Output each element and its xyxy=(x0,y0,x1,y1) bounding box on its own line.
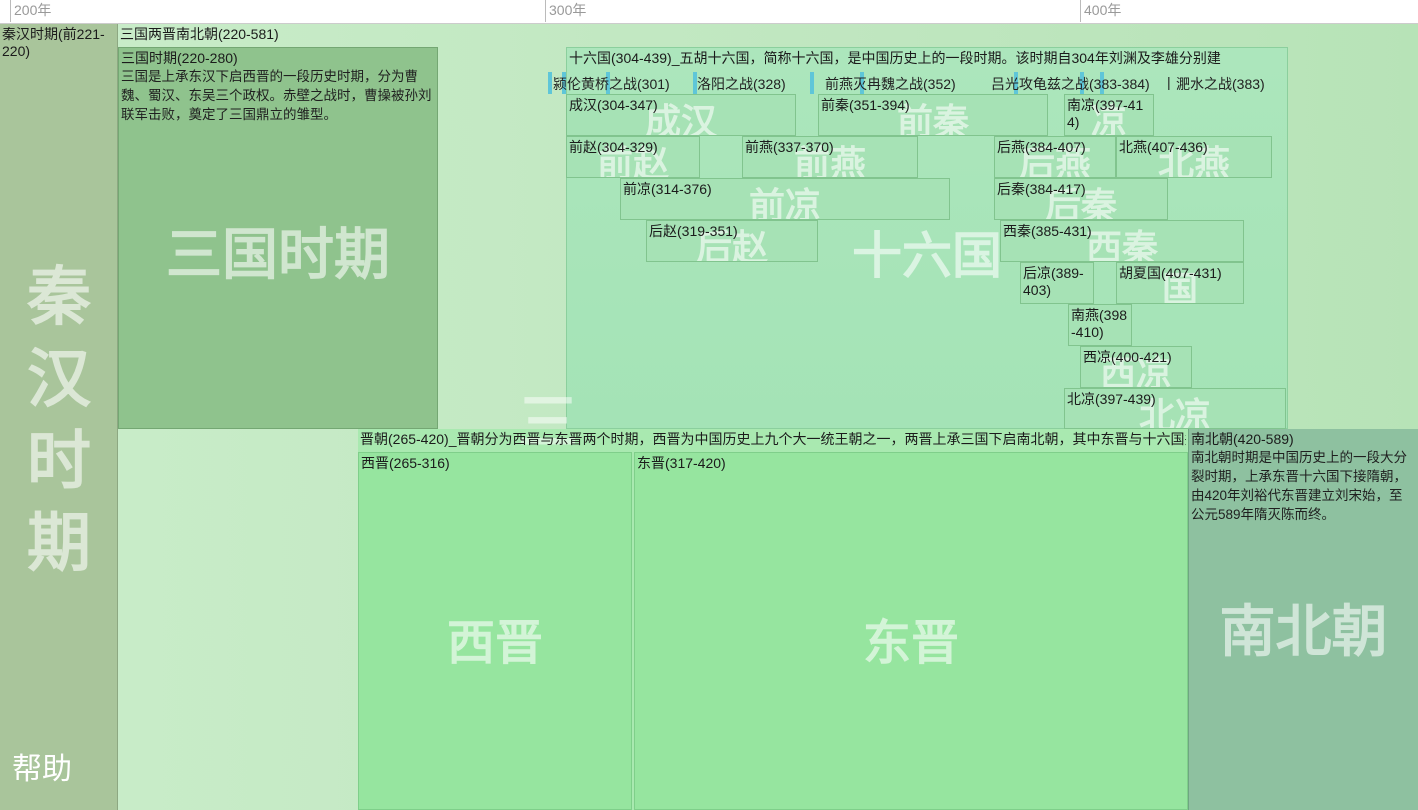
state-qianqin-label: 前秦(351-394) xyxy=(821,97,910,113)
period-sanguo[interactable]: 三国时期(220-280) 三国是上承东汉下启西晋的一段历史时期，分为曹魏、蜀汉… xyxy=(118,47,438,429)
period-sanguo-label: 三国时期(220-280) xyxy=(121,50,238,66)
state-qianzhao[interactable]: 前赵(304-329) 前赵 xyxy=(566,136,700,178)
state-xiqin[interactable]: 西秦(385-431) 西秦 xyxy=(1000,220,1244,262)
axis-tick-400: 400年 xyxy=(1080,0,1121,22)
battle-feishui[interactable]: 淝水之战(383) xyxy=(1176,74,1265,94)
state-qianliang-label: 前凉(314-376) xyxy=(623,181,712,197)
battle-yinglun-huangqiao[interactable]: 颍伦黄桥之战(301) xyxy=(553,74,670,94)
period-dongjin[interactable]: 东晋(317-420) 东晋 xyxy=(634,452,1188,810)
state-houzhao[interactable]: 后赵(319-351) 后赵 xyxy=(646,220,818,262)
period-qinhan[interactable]: 秦汉时期(前221-220) 秦汉时期 帮助 xyxy=(0,24,118,810)
state-qianyan-label: 前燕(337-370) xyxy=(745,139,834,155)
battle-marker-bar xyxy=(810,72,814,94)
state-chenghan[interactable]: 成汉(304-347) 成汉 xyxy=(566,94,796,136)
period-sanguo-watermark: 三国时期 xyxy=(166,223,390,286)
state-houliang-label: 后凉(389-403) xyxy=(1023,265,1084,298)
period-dongjin-label: 东晋(317-420) xyxy=(637,455,726,471)
period-qinhan-label: 秦汉时期(前221-220) xyxy=(2,26,105,59)
battle-lvguang-qiuci[interactable]: 吕光攻龟兹之战(383-384) xyxy=(991,74,1150,94)
state-huxia-label: 胡夏国(407-431) xyxy=(1119,265,1222,281)
state-qianliang[interactable]: 前凉(314-376) 前凉 xyxy=(620,178,950,220)
period-xijin-label: 西晋(265-316) xyxy=(361,455,450,471)
period-nanbeichao[interactable]: 南北朝(420-589) 南北朝时期是中国历史上的一段大分裂时期，上承东晋十六国… xyxy=(1188,429,1418,810)
state-beiyan[interactable]: 北燕(407-436) 北燕 xyxy=(1116,136,1272,178)
period-sanguo-desc: 三国是上承东汉下启西晋的一段历史时期，分为曹魏、蜀汉、东吴三个政权。赤壁之战时，… xyxy=(121,69,432,122)
state-xiliang[interactable]: 西凉(400-421) 西凉 xyxy=(1080,346,1192,388)
state-nanliang[interactable]: 南凉(397-414) 凉 xyxy=(1064,94,1154,136)
period-xijin[interactable]: 西晋(265-316) 西晋 xyxy=(358,452,632,810)
period-dongjin-watermark: 东晋 xyxy=(862,617,959,670)
state-houqin-label: 后秦(384-417) xyxy=(997,181,1086,197)
time-axis: 200年 300年 400年 xyxy=(0,0,1418,24)
battle-separator: | xyxy=(1167,74,1171,90)
era-label: 三国两晋南北朝(220-581) xyxy=(120,26,279,42)
state-chenghan-label: 成汉(304-347) xyxy=(569,97,658,113)
state-beiyan-label: 北燕(407-436) xyxy=(1119,139,1208,155)
period-nanbeichao-label: 南北朝(420-589) xyxy=(1191,431,1294,447)
state-qianqin[interactable]: 前秦(351-394) 前秦 xyxy=(818,94,1048,136)
state-beiliang-label: 北凉(397-439) xyxy=(1067,391,1156,407)
state-huxia[interactable]: 胡夏国(407-431) 国 xyxy=(1116,262,1244,304)
state-houliang[interactable]: 后凉(389-403) xyxy=(1020,262,1094,304)
state-beiliang[interactable]: 北凉(397-439) 北凉 xyxy=(1064,388,1286,429)
battle-luoyang[interactable]: 洛阳之战(328) xyxy=(697,74,786,94)
battle-marker-bar xyxy=(548,72,552,94)
state-nanyan[interactable]: 南燕(398-410) xyxy=(1068,304,1132,346)
state-qianyan[interactable]: 前燕(337-370) 前燕 xyxy=(742,136,918,178)
period-shiliuguo-label: 十六国(304-439)_五胡十六国，简称十六国，是中国历史上的一段时期。该时期… xyxy=(569,50,1221,66)
state-xiqin-label: 西秦(385-431) xyxy=(1003,223,1092,239)
period-qinhan-watermark: 秦汉时期 xyxy=(27,261,91,579)
help-link[interactable]: 帮助 xyxy=(12,744,72,788)
period-nanbeichao-watermark: 南北朝 xyxy=(1219,600,1388,663)
state-xiliang-label: 西凉(400-421) xyxy=(1083,349,1172,365)
state-houzhao-label: 后赵(319-351) xyxy=(649,223,738,239)
state-houyan[interactable]: 后燕(384-407) 后燕 xyxy=(994,136,1116,178)
state-nanliang-label: 南凉(397-414) xyxy=(1067,97,1144,130)
state-qianzhao-label: 前赵(304-329) xyxy=(569,139,658,155)
axis-tick-300: 300年 xyxy=(545,0,586,22)
state-nanyan-label: 南燕(398-410) xyxy=(1071,307,1128,340)
period-jin-label: 晋朝(265-420)_晋朝分为西晋与东晋两个时期，西晋为中国历史上九个大一统王… xyxy=(360,431,1186,447)
axis-tick-200: 200年 xyxy=(10,0,51,22)
state-houyan-label: 后燕(384-407) xyxy=(997,139,1086,155)
period-nanbeichao-desc: 南北朝时期是中国历史上的一段大分裂时期，上承东晋十六国下接隋朝，由420年刘裕代… xyxy=(1191,450,1407,522)
state-houqin[interactable]: 后秦(384-417) 后秦 xyxy=(994,178,1168,220)
period-xijin-watermark: 西晋 xyxy=(446,617,543,670)
battle-qianyan-ranwei[interactable]: 前燕灭冉魏之战(352) xyxy=(825,74,956,94)
